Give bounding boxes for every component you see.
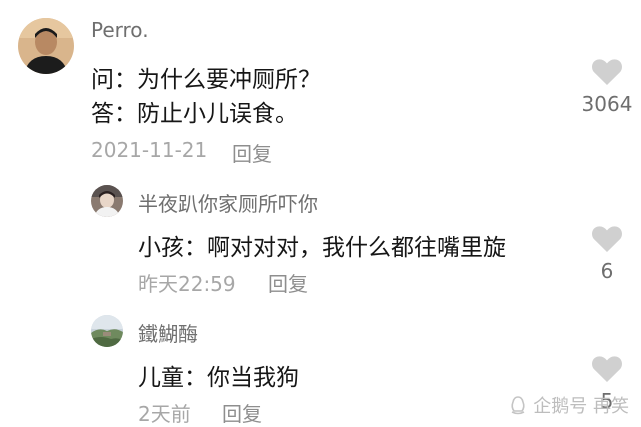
- landscape-avatar-photo: [91, 315, 123, 347]
- avatar[interactable]: [91, 185, 123, 217]
- like-count: 6: [600, 259, 614, 283]
- like-count: 3064: [581, 92, 633, 116]
- user-avatar-photo: [18, 18, 74, 74]
- comment-username[interactable]: 半夜趴你家厕所吓你: [138, 188, 318, 217]
- heart-icon: [592, 226, 622, 252]
- avatar[interactable]: [18, 18, 74, 74]
- like-button[interactable]: 3064: [572, 58, 641, 116]
- heart-icon: [592, 356, 622, 382]
- watermark-text: 企鹅号 再笑: [533, 396, 629, 417]
- comment-date: 昨天22:59: [138, 272, 236, 296]
- watermark: 企鹅号 再笑: [508, 392, 629, 418]
- comment-text-line: 小孩：啊对对对，我什么都往嘴里旋: [138, 235, 506, 261]
- comment-username[interactable]: 鐵鰗酶: [138, 318, 198, 347]
- avatar[interactable]: [91, 315, 123, 347]
- reply-button[interactable]: 回复: [222, 398, 262, 427]
- comment-text-line: 儿童：你当我狗: [138, 365, 299, 391]
- reply-button[interactable]: 回复: [268, 268, 308, 297]
- reply-button[interactable]: 回复: [232, 138, 272, 167]
- penguin-logo-icon: [510, 396, 525, 415]
- comment-text-line: 答：防止小儿误食。: [91, 101, 298, 127]
- comment-date: 2天前: [138, 402, 191, 426]
- like-button[interactable]: 6: [572, 225, 641, 283]
- heart-icon: [592, 59, 622, 85]
- comment-username[interactable]: Perro.: [91, 18, 149, 42]
- comment-text-line: 问：为什么要冲厕所？: [91, 67, 321, 93]
- user-avatar-photo: [91, 185, 123, 217]
- comment-date: 2021-11-21: [91, 138, 208, 162]
